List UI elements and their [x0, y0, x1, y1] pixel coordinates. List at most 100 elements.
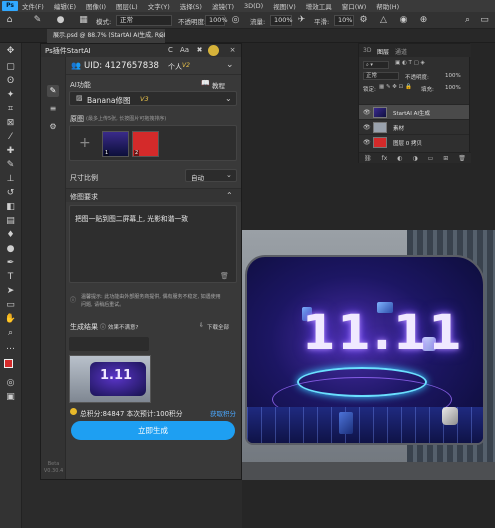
settings-gear-icon[interactable]: ⚙ [47, 121, 59, 133]
gradient-tool-icon[interactable]: ▤ [4, 215, 17, 228]
history-brush-icon[interactable]: ↺ [4, 187, 17, 200]
airbrush-icon[interactable]: ✈ [296, 15, 307, 26]
angle-icon[interactable]: △ [378, 15, 389, 26]
blur-tool-icon[interactable]: ♦ [4, 229, 17, 242]
close-icon[interactable]: × [227, 45, 238, 56]
crop-tool-icon[interactable]: ⌗ [4, 103, 17, 116]
layer-kind-filter[interactable]: ⌕ ▾ [363, 61, 389, 69]
quick-select-icon[interactable]: ✦ [4, 89, 17, 102]
home-icon[interactable]: ⌂ [4, 15, 15, 26]
pin-button[interactable]: ✖ [194, 45, 205, 56]
fill-value[interactable]: 100% [445, 85, 461, 91]
menu-edit[interactable]: 编辑(E) [54, 1, 76, 11]
symmetry-icon[interactable]: ⊕ [418, 15, 429, 26]
add-image-icon[interactable]: + [79, 135, 91, 151]
tab-layers[interactable]: 图层 [377, 47, 389, 56]
foreground-color-swatch[interactable] [4, 359, 13, 368]
pressure-size-icon[interactable]: ◉ [398, 15, 409, 26]
menu-type[interactable]: 文字(Y) [148, 1, 170, 11]
brush-size-icon[interactable]: ● [55, 15, 66, 26]
layer-row[interactable]: 👁 StartAI AI生成 [359, 104, 469, 119]
blend-mode-select[interactable]: 正常 [363, 72, 399, 80]
opacity-input[interactable]: 100% [205, 15, 228, 26]
chevron-down-icon[interactable]: ⌄ [226, 60, 234, 70]
eraser-tool-icon[interactable]: ◧ [4, 201, 17, 214]
layer-row[interactable]: 👁 图层 0 拷贝 [359, 134, 469, 149]
menu-select[interactable]: 选择(S) [180, 1, 202, 11]
trash-icon[interactable]: 🗑 [220, 272, 229, 280]
brush-settings-icon[interactable]: ▦ [78, 15, 89, 26]
menu-window[interactable]: 窗口(W) [342, 1, 367, 11]
stamp-tool-icon[interactable]: ⊥ [4, 173, 17, 186]
stack-icon[interactable]: ≡ [47, 103, 59, 115]
tab-3d[interactable]: 3D [363, 47, 371, 54]
get-credits-link[interactable]: 获取积分 [210, 408, 236, 418]
menu-layer[interactable]: 图层(L) [116, 1, 138, 11]
lock-icons[interactable]: ▦ ✎ ✥ ⊡ 🔒 [379, 84, 412, 90]
requirement-textarea[interactable]: 把图一贴到图二屏幕上, 光影和谐一致 🗑 [69, 205, 237, 283]
hand-tool-icon[interactable]: ✋ [4, 313, 17, 326]
mode-select[interactable]: 正常 [116, 15, 172, 26]
close-icon[interactable]: × [158, 29, 164, 43]
visibility-eye-icon[interactable]: 👁 [363, 124, 371, 131]
trash-icon[interactable]: 🗑 [458, 155, 466, 162]
menu-filter[interactable]: 滤镜(T) [212, 1, 234, 11]
pressure-opacity-icon[interactable]: ◎ [230, 15, 241, 26]
more-tools-icon[interactable]: … [4, 341, 17, 354]
link-layers-icon[interactable]: ⛓ [364, 155, 372, 162]
frame-tool-icon[interactable]: ⊠ [4, 117, 17, 130]
brush-tool-icon[interactable]: ✎ [32, 15, 43, 26]
screen-mode-icon[interactable]: ▣ [4, 391, 17, 404]
uploaded-image-thumb[interactable]: 1 [102, 131, 129, 157]
uploaded-image-thumb[interactable]: 2 [132, 131, 159, 157]
flow-input[interactable]: 100% [270, 15, 293, 26]
book-icon[interactable]: 📖 [201, 79, 210, 87]
menu-plugins[interactable]: 增效工具 [306, 1, 332, 11]
menu-view[interactable]: 视图(V) [273, 1, 296, 11]
healing-brush-icon[interactable]: ✚ [4, 145, 17, 158]
document-tab[interactable]: 展示.psd @ 88.7% (StartAI AI生成, RGB/8#) * [47, 29, 165, 43]
folder-icon[interactable]: ▭ [428, 155, 434, 162]
type-tool-icon[interactable]: T [4, 271, 17, 284]
font-button[interactable]: Aa [179, 45, 190, 56]
requirement-header[interactable]: 修图要求 ⌃ [66, 188, 241, 202]
pen-tool-icon[interactable]: ✒ [4, 257, 17, 270]
quick-mask-icon[interactable]: ◎ [4, 377, 17, 390]
filter-icons[interactable]: ▣ ◐ T ▢ ◈ [395, 60, 425, 66]
tab-channels[interactable]: 通道 [395, 47, 407, 56]
layer-row[interactable]: 👁 素材 [359, 119, 469, 134]
lasso-tool-icon[interactable]: ʘ [4, 75, 17, 88]
menu-help[interactable]: 帮助(H) [376, 1, 399, 11]
menu-image[interactable]: 图像(I) [86, 1, 106, 11]
smoothing-settings-icon[interactable]: ⚙ [358, 15, 369, 26]
artboard-tool-icon[interactable]: ▢ [4, 61, 17, 74]
generate-button[interactable]: 立即生成 [71, 421, 235, 440]
unsatisfied-link[interactable]: 效果不满意? [108, 323, 138, 331]
aspect-ratio-select[interactable]: 自动 ⌄ [185, 169, 237, 182]
dodge-tool-icon[interactable]: ● [4, 243, 17, 256]
download-icon[interactable]: ⇩ [199, 322, 204, 329]
shape-tool-icon[interactable]: ▭ [4, 299, 17, 312]
workspace-icon[interactable]: ▭ [479, 15, 490, 26]
new-layer-icon[interactable]: ⊞ [443, 155, 448, 162]
result-thumbnail[interactable]: 1.11 [69, 355, 151, 403]
smooth-input[interactable]: 10% [334, 15, 354, 26]
mask-icon[interactable]: ◐ [397, 155, 402, 162]
download-all-button[interactable]: 下载全部 [207, 323, 229, 331]
visibility-eye-icon[interactable]: 👁 [363, 109, 371, 116]
edit-icon[interactable]: ✎ [47, 85, 59, 97]
menu-3d[interactable]: 3D(D) [244, 2, 263, 10]
refresh-button[interactable]: C [165, 45, 176, 56]
ai-function-select[interactable]: ▨ Banana修图 V3 ⌄ [69, 91, 237, 106]
fx-icon[interactable]: fx [382, 155, 388, 162]
brush-tool-icon[interactable]: ✎ [4, 159, 17, 172]
move-tool-icon[interactable]: ✥ [4, 45, 17, 58]
search-icon[interactable]: ⌕ [462, 15, 473, 26]
tutorial-link[interactable]: 教程 [212, 80, 225, 90]
zoom-tool-icon[interactable]: ⌕ [4, 327, 17, 340]
user-avatar-button[interactable] [208, 45, 219, 56]
visibility-eye-icon[interactable]: 👁 [363, 139, 371, 146]
layer-opacity-value[interactable]: 100% [445, 73, 461, 79]
eyedropper-icon[interactable]: ⁄ [4, 131, 17, 144]
path-select-icon[interactable]: ➤ [4, 285, 17, 298]
